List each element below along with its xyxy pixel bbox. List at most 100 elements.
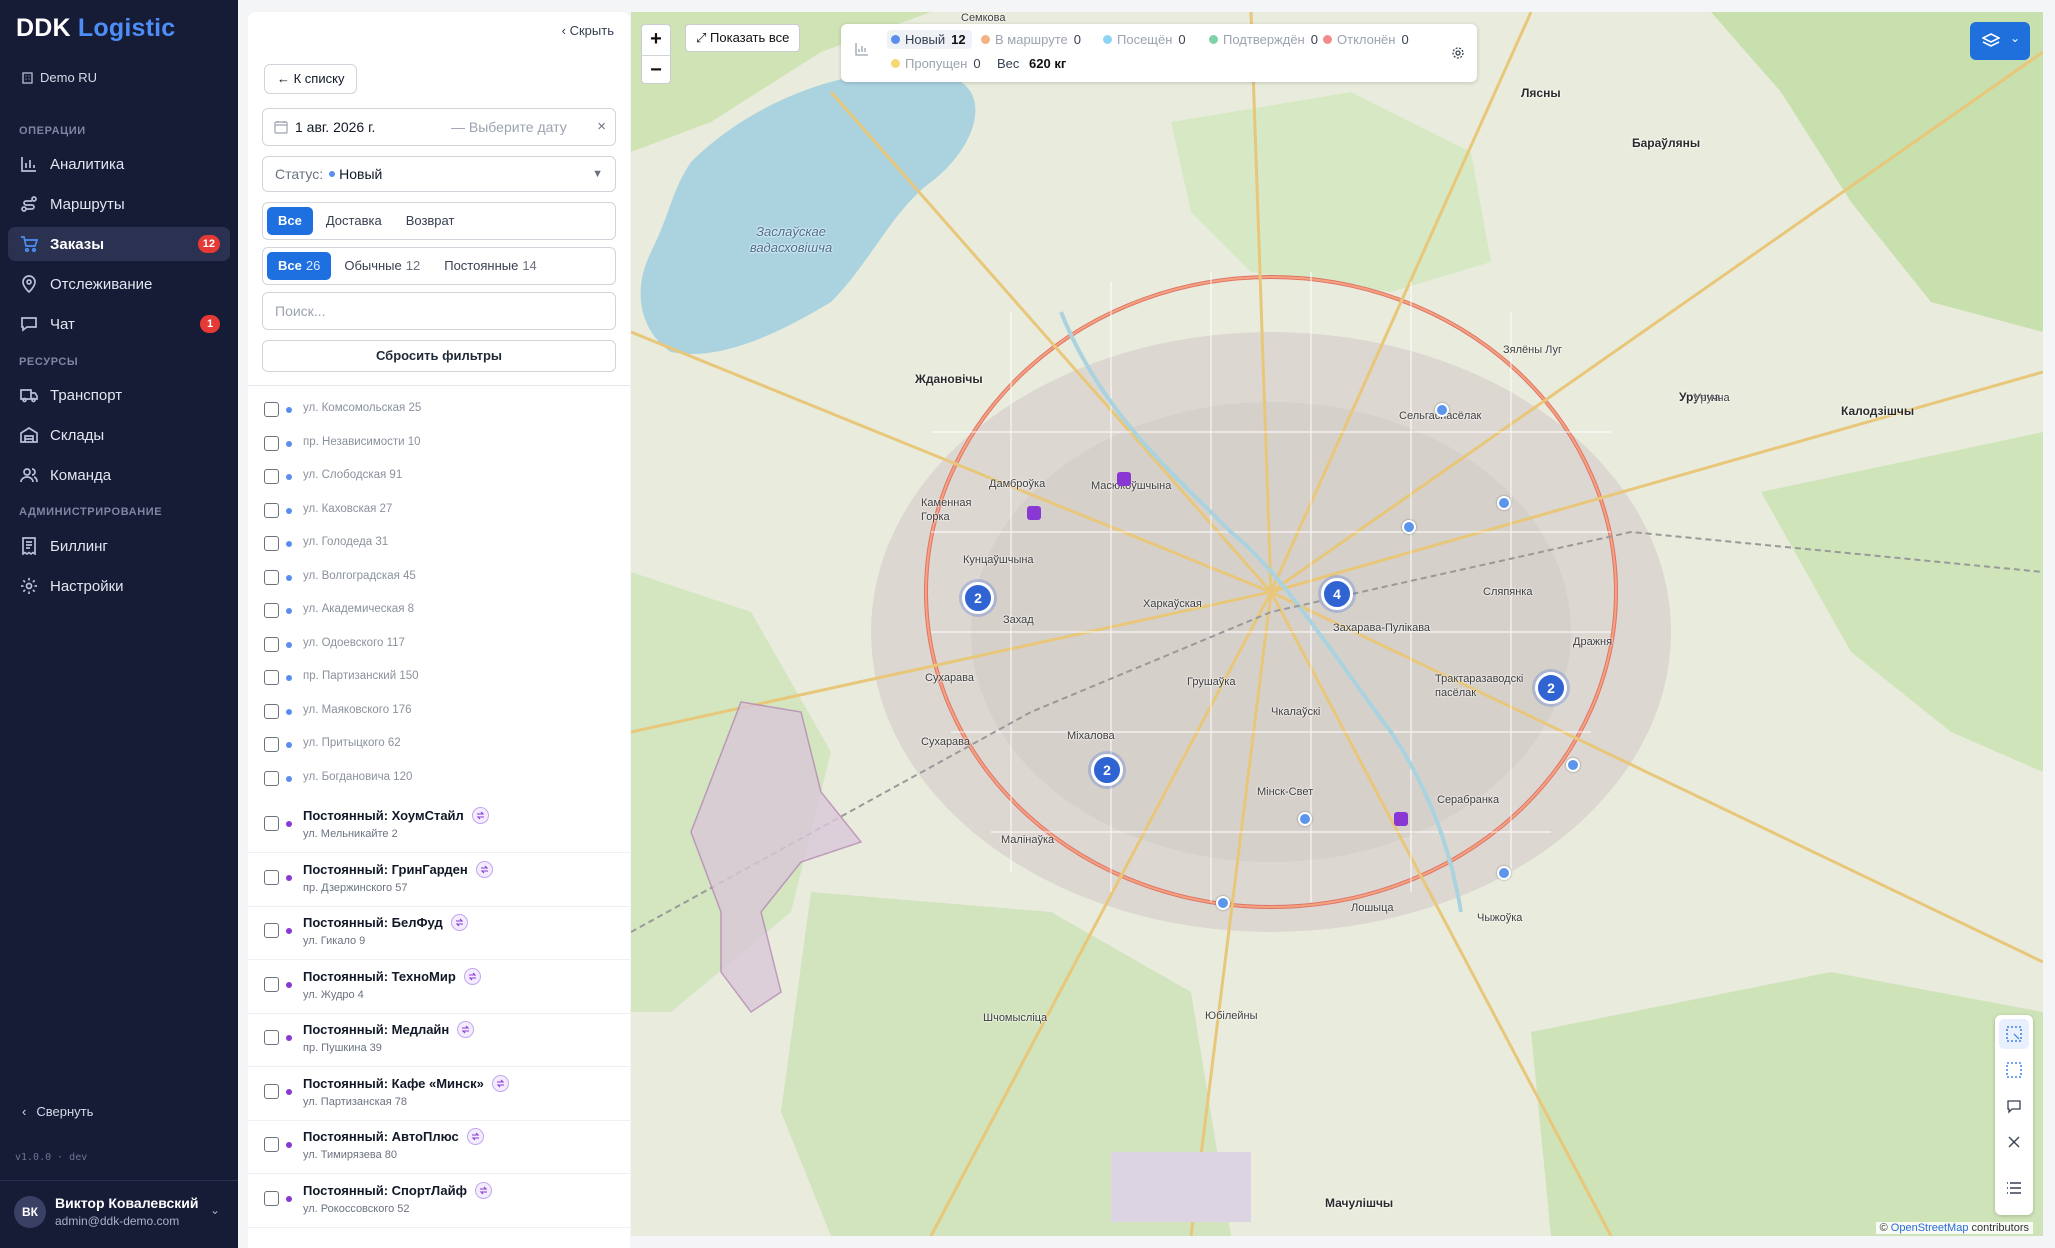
tab-regular[interactable]: Постоянные 14 <box>433 252 548 280</box>
status-select[interactable]: Статус: Новый ▼ <box>262 156 616 192</box>
order-checkbox[interactable] <box>264 703 279 719</box>
map-cluster[interactable]: 4 <box>1321 578 1353 610</box>
sidebar-item-orders[interactable]: Заказы 12 <box>8 227 230 261</box>
order-row[interactable]: пр. Партизанский 150 <box>248 669 630 702</box>
sidebar-item-billing[interactable]: Биллинг <box>8 529 230 563</box>
clear-selection-tool[interactable] <box>1999 1127 2029 1157</box>
order-checkbox[interactable] <box>264 603 279 618</box>
map[interactable]: Семкова Лясны Бараўляны Заслаўскае вадас… <box>631 12 2043 1236</box>
order-checkbox[interactable] <box>264 536 279 551</box>
tab-delivery[interactable]: Доставка <box>315 207 393 235</box>
clear-date-icon[interactable]: × <box>597 118 606 135</box>
order-pin[interactable] <box>1402 520 1416 534</box>
regular-order-row[interactable]: Постоянный: СпортЛайф ул. Рокоссовского 5… <box>248 1181 630 1237</box>
order-row[interactable]: ул. Притыцкого 62 <box>248 736 630 769</box>
user-menu[interactable]: ВК Виктор Ковалевский admin@ddk-demo.com… <box>0 1180 238 1248</box>
order-row[interactable]: ул. Академическая 8 <box>248 602 630 635</box>
gear-icon[interactable] <box>1451 46 1465 60</box>
reset-filters-button[interactable]: Сбросить фильтры <box>262 340 616 372</box>
lasso-select-tool[interactable] <box>1999 1019 2029 1049</box>
tab-all-kinds[interactable]: Все 26 <box>267 252 332 280</box>
regular-order-row[interactable]: Постоянный: ТехноМир ул. Жудро 4 <box>248 967 630 1023</box>
map-cluster[interactable]: 2 <box>1091 754 1123 786</box>
map-cluster[interactable]: 2 <box>1535 672 1567 704</box>
legend-new[interactable]: Новый 12 <box>887 30 972 49</box>
search-input[interactable]: Поиск... <box>262 292 616 330</box>
order-checkbox[interactable] <box>264 670 279 685</box>
order-checkbox[interactable] <box>264 502 279 518</box>
regular-order-row[interactable]: Постоянный: Медлайн пр. Пушкина 39 <box>248 1021 630 1076</box>
list-tool[interactable] <box>1999 1173 2029 1203</box>
hide-panel-button[interactable]: ‹ Скрыть <box>562 23 614 38</box>
sidebar-item-chat[interactable]: Чат 1 <box>8 307 230 341</box>
legend-skipped[interactable]: Пропущен 0 <box>891 56 981 71</box>
order-checkbox[interactable] <box>264 636 279 652</box>
osm-link[interactable]: OpenStreetMap <box>1891 1222 1969 1234</box>
order-pin[interactable] <box>1497 866 1511 880</box>
order-checkbox[interactable] <box>264 976 279 992</box>
sidebar-item-tracking[interactable]: Отслеживание <box>8 267 230 301</box>
order-row[interactable]: ул. Каховская 27 <box>248 502 630 535</box>
chevron-down-icon[interactable]: ⌄ <box>210 1203 220 1217</box>
order-row[interactable]: ул. Маяковского 176 <box>248 703 630 736</box>
order-checkbox[interactable] <box>264 816 279 831</box>
order-row[interactable]: пр. Независимости 10 <box>248 435 630 468</box>
tab-all-types[interactable]: Все <box>267 207 313 235</box>
order-checkbox[interactable] <box>264 1030 279 1045</box>
sidebar-item-routes[interactable]: Маршруты <box>8 187 230 221</box>
order-address: пр. Партизанский 150 <box>303 670 419 682</box>
map-cluster[interactable]: 2 <box>962 582 994 614</box>
order-checkbox[interactable] <box>264 770 279 786</box>
box-select-tool[interactable] <box>1999 1055 2029 1085</box>
sidebar-item-settings[interactable]: Настройки <box>8 569 230 603</box>
sidebar-item-analytics[interactable]: Аналитика <box>8 147 230 181</box>
order-checkbox[interactable] <box>264 869 279 885</box>
order-pin[interactable] <box>1497 496 1511 510</box>
sidebar-item-team[interactable]: Команда <box>8 458 230 492</box>
legend-visited[interactable]: Посещён 0 <box>1103 32 1186 47</box>
org-switcher[interactable]: Demo RU <box>22 70 97 85</box>
order-pin[interactable] <box>1216 896 1230 910</box>
order-row[interactable]: ул. Одоевского 117 <box>248 636 630 669</box>
order-checkbox[interactable] <box>264 1137 279 1152</box>
legend-rejected[interactable]: Отклонён 0 <box>1323 32 1409 47</box>
back-to-list-button[interactable]: ← К списку <box>264 64 358 94</box>
legend-in-route[interactable]: В маршруте 0 <box>981 32 1081 47</box>
date-range-picker[interactable]: 1 авг. 2026 г. — Выберите дату × <box>262 108 616 146</box>
order-row[interactable]: ул. Богдановича 120 <box>248 770 630 803</box>
sidebar-item-warehouses[interactable]: Склады <box>8 418 230 452</box>
brand-logo[interactable]: DDK Logistic <box>16 14 175 43</box>
comment-tool[interactable] <box>1999 1091 2029 1121</box>
order-checkbox[interactable] <box>264 1083 279 1099</box>
zoom-in-button[interactable]: + <box>642 25 670 55</box>
order-row[interactable]: ул. Комсомольская 25 <box>248 401 630 434</box>
date-to[interactable]: — Выберите дату <box>451 119 567 135</box>
order-pin[interactable] <box>1435 403 1449 417</box>
order-row[interactable]: ул. Волгоградская 45 <box>248 569 630 602</box>
legend-confirmed[interactable]: Подтверждён 0 <box>1209 32 1318 47</box>
order-checkbox[interactable] <box>264 1190 279 1206</box>
date-from[interactable]: 1 авг. 2026 г. <box>295 119 375 135</box>
tab-simple[interactable]: Обычные 12 <box>333 252 431 280</box>
order-pin[interactable] <box>1298 812 1312 826</box>
order-checkbox[interactable] <box>264 569 279 585</box>
order-checkbox[interactable] <box>264 435 279 451</box>
tab-return[interactable]: Возврат <box>395 207 466 235</box>
sidebar-item-transport[interactable]: Транспорт <box>8 378 230 412</box>
order-checkbox[interactable] <box>264 923 279 938</box>
regular-order-row[interactable]: Постоянный: АвтоПлюс ул. Тимирязева 80 <box>248 1128 630 1183</box>
order-pin[interactable] <box>1566 758 1580 772</box>
regular-order-row[interactable]: Постоянный: ГринГарден пр. Дзержинского 5… <box>248 860 630 916</box>
order-checkbox[interactable] <box>264 402 279 417</box>
zoom-out-button[interactable]: − <box>642 55 670 85</box>
regular-order-row[interactable]: Постоянный: Кафе «Минск» ул. Партизанская… <box>248 1074 630 1130</box>
regular-order-row[interactable]: Постоянный: БелФуд ул. Гикало 9 <box>248 914 630 969</box>
collapse-sidebar-button[interactable]: ‹ Свернуть <box>22 1104 93 1119</box>
order-checkbox[interactable] <box>264 737 279 752</box>
regular-order-row[interactable]: Постоянный: ХоумСтайл ул. Мельникайте 2 <box>248 807 630 862</box>
order-checkbox[interactable] <box>264 469 279 484</box>
order-row[interactable]: ул. Слободская 91 <box>248 468 630 501</box>
order-row[interactable]: ул. Голодеда 31 <box>248 535 630 568</box>
show-all-button[interactable]: ⤢ Показать все <box>685 24 801 52</box>
layers-button[interactable]: ⌄ <box>1970 22 2030 60</box>
